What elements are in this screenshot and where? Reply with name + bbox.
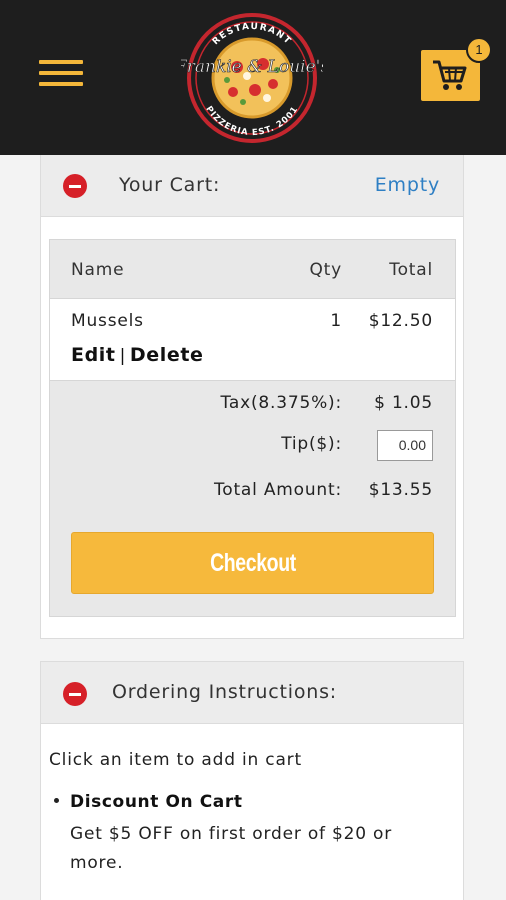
tax-label: Tax(8.375%): <box>220 393 342 413</box>
restaurant-logo[interactable]: RESTAURANT PIZZERIA EST. 2001 Frankie & … <box>181 12 323 144</box>
cart-panel: Your Cart: Empty Name Qty Total Mussels … <box>40 155 464 639</box>
column-header-qty: Qty <box>309 260 342 280</box>
item-qty: 1 <box>330 311 342 331</box>
total-amount-label: Total Amount: <box>213 480 342 500</box>
item-name: Mussels <box>71 311 144 331</box>
cart-title: Your Cart: <box>119 174 221 196</box>
discount-description: Get $5 OFF on first order of $20 or more… <box>70 824 393 873</box>
total-amount-value: $13.55 <box>368 480 433 500</box>
delete-item-link[interactable]: Delete <box>130 344 204 366</box>
cart-item-row: Mussels 1 $12.50 Edit | Delete <box>50 298 455 381</box>
tax-value: $ 1.05 <box>374 393 433 413</box>
checkout-label: Checkout <box>209 549 296 577</box>
instructions-title: Ordering Instructions: <box>112 681 338 703</box>
item-total: $12.50 <box>368 311 433 331</box>
instructions-header[interactable]: Ordering Instructions: <box>41 662 463 724</box>
column-header-total: Total <box>389 260 433 280</box>
shopping-cart-icon <box>433 60 467 90</box>
top-bar: RESTAURANT PIZZERIA EST. 2001 Frankie & … <box>0 0 506 155</box>
empty-cart-link[interactable]: Empty <box>375 174 440 196</box>
tip-label: Tip($): <box>281 434 342 454</box>
collapse-icon[interactable] <box>63 174 87 198</box>
action-separator: | <box>119 346 126 366</box>
bullet-icon <box>54 798 59 803</box>
logo-script-text: Frankie & Louie's <box>181 57 323 77</box>
collapse-icon[interactable] <box>63 682 87 706</box>
instructions-intro: Click an item to add in cart <box>49 750 302 770</box>
cart-table: Name Qty Total Mussels 1 $12.50 Edit | Del… <box>49 239 456 617</box>
tip-input[interactable]: 0.00 <box>377 430 433 461</box>
discount-title: Discount On Cart <box>70 792 243 812</box>
ordering-instructions-panel: Ordering Instructions: Click an item to … <box>40 661 464 900</box>
column-header-name: Name <box>71 260 125 280</box>
menu-icon[interactable] <box>39 60 83 88</box>
cart-header[interactable]: Your Cart: Empty <box>41 155 463 217</box>
edit-item-link[interactable]: Edit <box>71 344 116 366</box>
cart-count-badge: 1 <box>466 37 492 63</box>
checkout-button[interactable]: Checkout <box>71 532 434 594</box>
